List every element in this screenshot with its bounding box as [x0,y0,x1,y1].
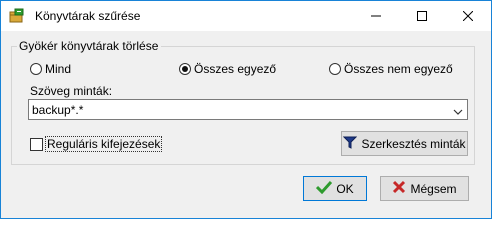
group-legend: Gyökér könyvtárak törlése [17,39,162,53]
close-icon [463,11,473,21]
close-button[interactable] [445,1,491,31]
radio-button[interactable] [179,63,191,75]
ok-label: OK [336,181,354,196]
radio-label: Mind [45,62,72,76]
radio-label: Összes nem egyező [344,62,453,76]
chevron-down-icon[interactable] [453,105,463,119]
regex-checkbox[interactable]: Reguláris kifejezések [30,136,163,152]
minimize-button[interactable] [353,1,399,31]
title-bar[interactable]: Könyvtárak szűrése [1,1,491,31]
cross-icon [392,180,406,197]
radio-all-matching[interactable]: Összes egyező [179,62,276,76]
pattern-value[interactable]: backup*.* [32,103,83,117]
cancel-label: Mégsem [410,181,457,196]
maximize-icon [417,11,427,21]
radio-button[interactable] [30,63,42,75]
edit-patterns-button[interactable]: Szerkesztés minták [341,131,468,156]
dialog-window: Könyvtárak szűrése Gyökér könyvtárak tör… [0,0,492,219]
checkmark-icon [316,180,333,197]
radio-button[interactable] [329,63,341,75]
filter-icon [343,136,358,152]
app-icon [9,8,25,24]
minimize-icon [371,15,381,17]
maximize-button[interactable] [399,1,445,31]
radio-all[interactable]: Mind [30,62,71,76]
pattern-combobox[interactable]: backup*.* [28,99,468,120]
regex-label: Reguláris kifejezések [44,136,163,152]
checkbox-box[interactable] [30,137,43,151]
window-title: Könyvtárak szűrése [35,9,141,23]
pattern-label: Szöveg minták: [30,84,113,98]
radio-all-not-matching[interactable]: Összes nem egyező [329,62,453,76]
edit-patterns-label: Szerkesztés minták [361,136,466,151]
ok-button[interactable]: OK [303,176,367,201]
cancel-button[interactable]: Mégsem [380,176,469,201]
radio-label: Összes egyező [194,62,277,76]
